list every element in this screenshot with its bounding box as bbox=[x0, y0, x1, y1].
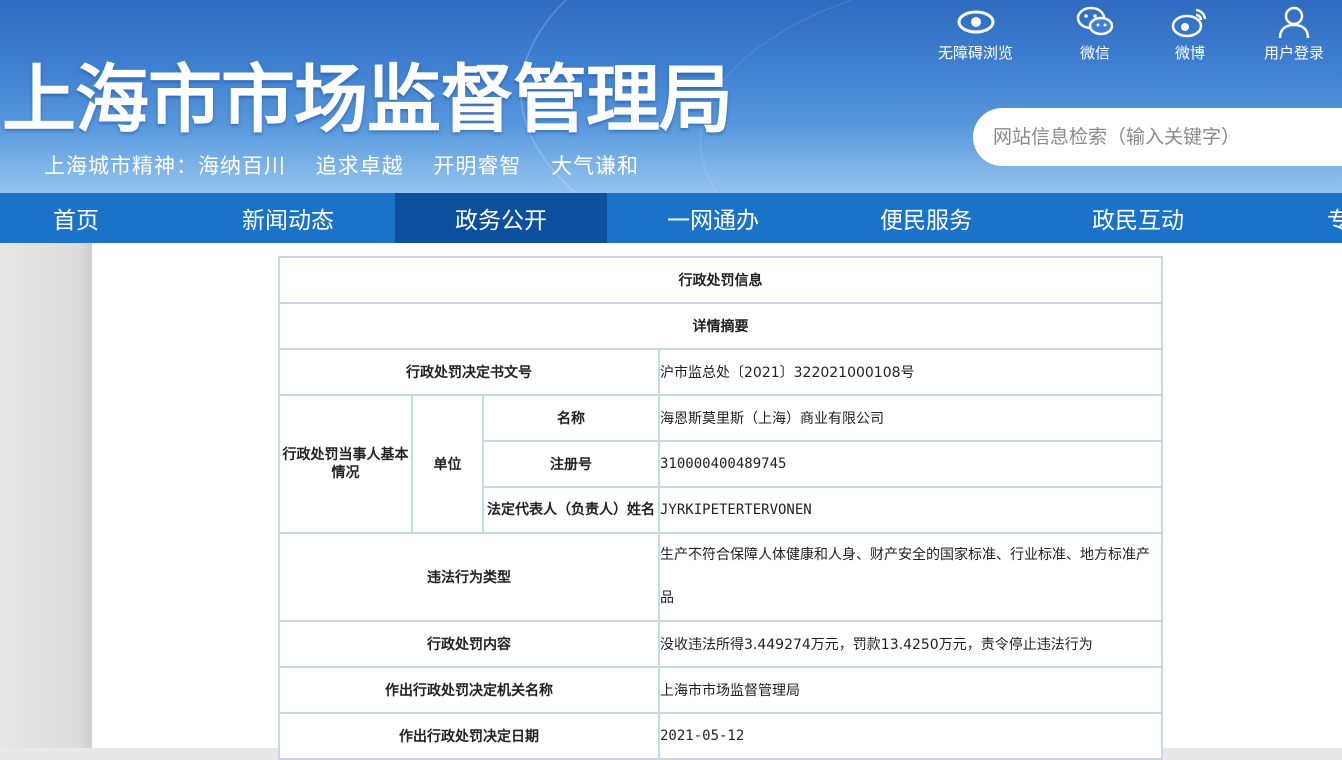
table-title: 行政处罚信息 bbox=[278, 256, 1163, 304]
weibo-link[interactable]: 微博 bbox=[1170, 4, 1210, 63]
weibo-icon bbox=[1171, 8, 1207, 38]
authority-value: 上海市市场监督管理局 bbox=[658, 666, 1163, 714]
slogan-part: 上海城市精神：海纳百川 bbox=[44, 154, 286, 178]
wechat-link[interactable]: 微信 bbox=[1075, 4, 1115, 63]
eye-icon bbox=[957, 10, 994, 34]
slogan-part: 大气谦和 bbox=[551, 154, 640, 178]
accessibility-link[interactable]: 无障碍浏览 bbox=[938, 4, 1013, 63]
table-row: 作出行政处罚决定日期 2021-05-12 bbox=[278, 712, 1163, 760]
name-label: 名称 bbox=[482, 394, 660, 442]
decision-date-label: 作出行政处罚决定日期 bbox=[278, 712, 660, 760]
table-row: 行政处罚决定书文号 沪市监总处〔2021〕322021000108号 bbox=[278, 348, 1163, 396]
top-links: 无障碍浏览 微信 微博 用户登录 bbox=[930, 4, 1342, 64]
wechat-icon bbox=[1076, 6, 1114, 36]
unit-label: 单位 bbox=[411, 394, 484, 534]
user-login-link[interactable]: 用户登录 bbox=[1264, 4, 1324, 63]
page-side-shadow bbox=[0, 243, 92, 748]
site-search-input[interactable] bbox=[973, 108, 1342, 166]
registration-label: 注册号 bbox=[482, 440, 660, 488]
nav-item-public-services[interactable]: 便民服务 bbox=[820, 193, 1032, 243]
table-row: 行政处罚当事人基本情况 单位 名称 海恩斯莫里斯（上海）商业有限公司 bbox=[278, 394, 1163, 534]
nav-item-topics[interactable]: 专题 bbox=[1244, 193, 1342, 243]
site-title: 上海市市场监督管理局 bbox=[2, 57, 733, 143]
violation-type-label: 违法行为类型 bbox=[278, 532, 660, 622]
nav-item-interaction[interactable]: 政民互动 bbox=[1032, 193, 1244, 243]
nav-item-government-affairs[interactable]: 政务公开 bbox=[395, 193, 607, 243]
slogan-part: 开明睿智 bbox=[433, 154, 522, 178]
doc-number-value: 沪市监总处〔2021〕322021000108号 bbox=[658, 348, 1163, 396]
violation-type-value: 生产不符合保障人体健康和人身、财产安全的国家标准、行业标准、地方标准产品 bbox=[658, 532, 1163, 622]
table-row: 行政处罚信息 bbox=[278, 256, 1163, 304]
legal-rep-label: 法定代表人（负责人）姓名 bbox=[482, 486, 660, 534]
decision-date-value: 2021-05-12 bbox=[658, 712, 1163, 760]
table-row: 详情摘要 bbox=[278, 302, 1163, 350]
penalty-detail-table: 行政处罚信息 详情摘要 行政处罚决定书文号 沪市监总处〔2021〕3220210… bbox=[278, 256, 1163, 760]
penalty-content-label: 行政处罚内容 bbox=[278, 620, 660, 668]
party-info-label: 行政处罚当事人基本情况 bbox=[278, 394, 413, 534]
accessibility-label: 无障碍浏览 bbox=[938, 44, 1014, 62]
wechat-label: 微信 bbox=[1079, 44, 1110, 62]
nav-item-home[interactable]: 首页 bbox=[0, 193, 182, 243]
nav-item-news[interactable]: 新闻动态 bbox=[182, 193, 394, 243]
city-spirit-slogan: 上海城市精神：海纳百川 追求卓越 开明睿智 大气谦和 bbox=[44, 150, 661, 180]
user-icon bbox=[1278, 6, 1310, 39]
user-login-label: 用户登录 bbox=[1264, 44, 1325, 62]
weibo-label: 微博 bbox=[1174, 44, 1205, 62]
nav-item-online-services[interactable]: 一网通办 bbox=[607, 193, 819, 243]
doc-number-label: 行政处罚决定书文号 bbox=[278, 348, 660, 396]
penalty-content-value: 没收违法所得3.449274万元，罚款13.4250万元，责令停止违法行为 bbox=[658, 620, 1163, 668]
table-subtitle: 详情摘要 bbox=[278, 302, 1163, 350]
table-row: 行政处罚内容 没收违法所得3.449274万元，罚款13.4250万元，责令停止… bbox=[278, 620, 1163, 668]
registration-value: 310000400489745 bbox=[658, 440, 1163, 488]
main-nav: 首页 新闻动态 政务公开 一网通办 便民服务 政民互动 专题 bbox=[0, 193, 1342, 243]
legal-rep-value: JYRKIPETERTERVONEN bbox=[658, 486, 1163, 534]
name-value: 海恩斯莫里斯（上海）商业有限公司 bbox=[658, 394, 1163, 442]
table-row: 违法行为类型 生产不符合保障人体健康和人身、财产安全的国家标准、行业标准、地方标… bbox=[278, 532, 1163, 622]
slogan-part: 追求卓越 bbox=[315, 154, 404, 178]
authority-label: 作出行政处罚决定机关名称 bbox=[278, 666, 660, 714]
site-header: 上海市市场监督管理局 上海城市精神：海纳百川 追求卓越 开明睿智 大气谦和 无障… bbox=[0, 0, 1342, 193]
table-row: 作出行政处罚决定机关名称 上海市市场监督管理局 bbox=[278, 666, 1163, 714]
